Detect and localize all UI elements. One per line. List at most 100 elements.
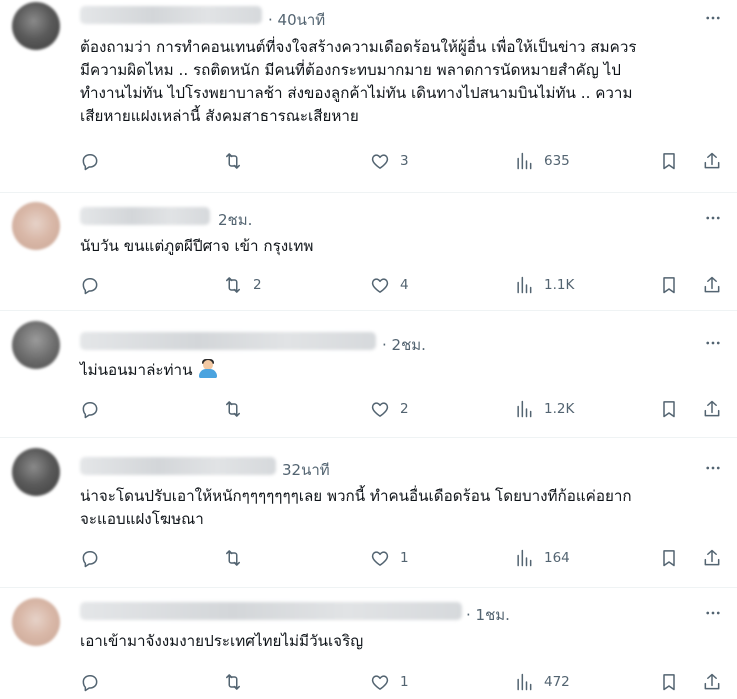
retweet-button[interactable]: 2 bbox=[223, 273, 262, 297]
views-count: 635 bbox=[544, 153, 570, 169]
post-actions: 2 4 1.1K bbox=[80, 273, 725, 297]
retweet-icon bbox=[226, 674, 240, 690]
post-actions: 2 1.2K bbox=[80, 397, 725, 421]
like-button[interactable]: 2 bbox=[370, 397, 409, 421]
like-count: 4 bbox=[400, 277, 409, 293]
share-icon bbox=[704, 152, 720, 169]
reply-post[interactable]: · 1ชม. เอาเข้ามาจังงมงายประเทศไทยไม่มีวั… bbox=[0, 588, 737, 699]
reply-icon bbox=[82, 551, 98, 568]
like-button[interactable]: 3 bbox=[370, 149, 409, 173]
post-text: น่าจะโดนปรับเอาให้หนักๆๆๆๆๆๆๆเลย พวกนี้ … bbox=[80, 485, 730, 531]
more-icon[interactable] bbox=[703, 334, 723, 352]
share-button[interactable] bbox=[702, 670, 722, 694]
avatar[interactable] bbox=[12, 598, 60, 646]
heart-icon bbox=[371, 154, 389, 169]
post-timestamp[interactable]: 2ชม. bbox=[218, 208, 252, 232]
share-button[interactable] bbox=[702, 273, 722, 297]
like-button[interactable]: 1 bbox=[370, 670, 409, 694]
reply-button[interactable] bbox=[80, 397, 110, 421]
bookmark-button[interactable] bbox=[659, 670, 679, 694]
post-text: นับวัน ขนแต่ภูตผีปีศาจ เข้า กรุงเทพ bbox=[80, 235, 730, 258]
views-icon bbox=[517, 276, 532, 294]
avatar[interactable] bbox=[12, 2, 60, 50]
author-name-blurred[interactable] bbox=[80, 6, 262, 24]
more-icon[interactable] bbox=[703, 209, 723, 227]
like-button[interactable]: 1 bbox=[370, 546, 409, 570]
post-text-line: มีความผิดไหม .. รถติดหนัก มีคนที่ต้องกระ… bbox=[80, 61, 621, 79]
retweet-button[interactable] bbox=[223, 546, 253, 570]
reply-button[interactable] bbox=[80, 546, 110, 570]
retweet-count: 2 bbox=[253, 277, 262, 293]
reply-post[interactable]: 2ชม. นับวัน ขนแต่ภูตผีปีศาจ เข้า กรุงเทพ… bbox=[0, 193, 737, 310]
post-text-line: เอาเข้ามาจังงมงายประเทศไทยไม่มีวันเจริญ bbox=[80, 632, 364, 650]
avatar[interactable] bbox=[12, 202, 60, 250]
post-text-line: น่าจะโดนปรับเอาให้หนักๆๆๆๆๆๆๆเลย พวกนี้ … bbox=[80, 487, 632, 505]
views-button[interactable]: 635 bbox=[514, 149, 570, 173]
avatar[interactable] bbox=[12, 321, 60, 369]
author-name-blurred[interactable] bbox=[80, 332, 376, 350]
bookmark-button[interactable] bbox=[659, 149, 679, 173]
share-icon bbox=[704, 400, 720, 417]
post-text-line: จะแอบแฝงโฆษณา bbox=[80, 510, 204, 528]
bookmark-button[interactable] bbox=[659, 546, 679, 570]
like-count: 1 bbox=[400, 674, 409, 690]
more-icon[interactable] bbox=[703, 604, 723, 622]
more-icon[interactable] bbox=[703, 9, 723, 27]
post-timestamp[interactable]: · 1ชม. bbox=[466, 603, 510, 627]
more-icon[interactable] bbox=[703, 459, 723, 477]
reply-button[interactable] bbox=[80, 273, 110, 297]
post-actions: 3 635 bbox=[80, 149, 725, 173]
heart-icon bbox=[371, 402, 389, 417]
like-button[interactable]: 4 bbox=[370, 273, 409, 297]
heart-icon bbox=[371, 278, 389, 293]
bookmark-button[interactable] bbox=[659, 273, 679, 297]
share-button[interactable] bbox=[702, 397, 722, 421]
post-actions: 1 472 bbox=[80, 670, 725, 694]
avatar[interactable] bbox=[12, 448, 60, 496]
post-timestamp[interactable]: 32นาที bbox=[282, 458, 330, 482]
author-name-blurred[interactable] bbox=[80, 457, 276, 475]
retweet-button[interactable] bbox=[223, 397, 253, 421]
views-button[interactable]: 1.2K bbox=[514, 397, 574, 421]
views-count: 164 bbox=[544, 550, 570, 566]
views-icon bbox=[517, 549, 532, 567]
reply-button[interactable] bbox=[80, 149, 110, 173]
views-button[interactable]: 472 bbox=[514, 670, 570, 694]
retweet-button[interactable] bbox=[223, 670, 253, 694]
reply-post[interactable]: · 40นาที ต้องถามว่า การทำคอนเทนต์ที่จงใจ… bbox=[0, 0, 737, 193]
author-name-blurred[interactable] bbox=[80, 207, 210, 225]
views-icon bbox=[517, 152, 532, 170]
reply-icon bbox=[82, 154, 98, 171]
retweet-icon bbox=[226, 550, 240, 566]
reply-button[interactable] bbox=[80, 670, 110, 694]
bookmark-icon bbox=[663, 550, 675, 567]
post-text: ต้องถามว่า การทำคอนเทนต์ที่จงใจสร้างความ… bbox=[80, 36, 730, 128]
views-button[interactable]: 1.1K bbox=[514, 273, 574, 297]
share-button[interactable] bbox=[702, 546, 722, 570]
retweet-icon bbox=[226, 153, 240, 169]
post-text-line: ต้องถามว่า การทำคอนเทนต์ที่จงใจสร้างความ… bbox=[80, 38, 637, 56]
bookmark-button[interactable] bbox=[659, 397, 679, 421]
bookmark-icon bbox=[663, 153, 675, 170]
post-text-line: ไม่นอนมาล่ะท่าน bbox=[80, 361, 193, 379]
post-timestamp[interactable]: · 40นาที bbox=[268, 8, 325, 32]
post-text-line: นับวัน ขนแต่ภูตผีปีศาจ เข้า กรุงเทพ bbox=[80, 237, 314, 255]
reply-icon bbox=[82, 278, 98, 295]
retweet-icon bbox=[226, 401, 240, 417]
retweet-button[interactable] bbox=[223, 149, 253, 173]
views-button[interactable]: 164 bbox=[514, 546, 570, 570]
post-text: ไม่นอนมาล่ะท่าน bbox=[80, 359, 730, 382]
retweet-icon bbox=[226, 277, 240, 293]
views-count: 472 bbox=[544, 674, 570, 690]
share-icon bbox=[704, 673, 720, 690]
author-name-blurred[interactable] bbox=[80, 602, 462, 620]
post-text-line: ทำงานไม่ทัน ไปโรงพยาบาลช้า ส่งของลูกค้าไ… bbox=[80, 84, 633, 102]
bookmark-icon bbox=[663, 277, 675, 294]
bookmark-icon bbox=[663, 674, 675, 691]
share-button[interactable] bbox=[702, 149, 722, 173]
post-timestamp[interactable]: · 2ชม. bbox=[382, 333, 426, 357]
reply-post[interactable]: · 2ชม. ไม่นอนมาล่ะท่าน 2 1.2K bbox=[0, 311, 737, 437]
heart-icon bbox=[371, 675, 389, 690]
like-count: 1 bbox=[400, 550, 409, 566]
reply-post[interactable]: 32นาที น่าจะโดนปรับเอาให้หนักๆๆๆๆๆๆๆเลย … bbox=[0, 438, 737, 588]
